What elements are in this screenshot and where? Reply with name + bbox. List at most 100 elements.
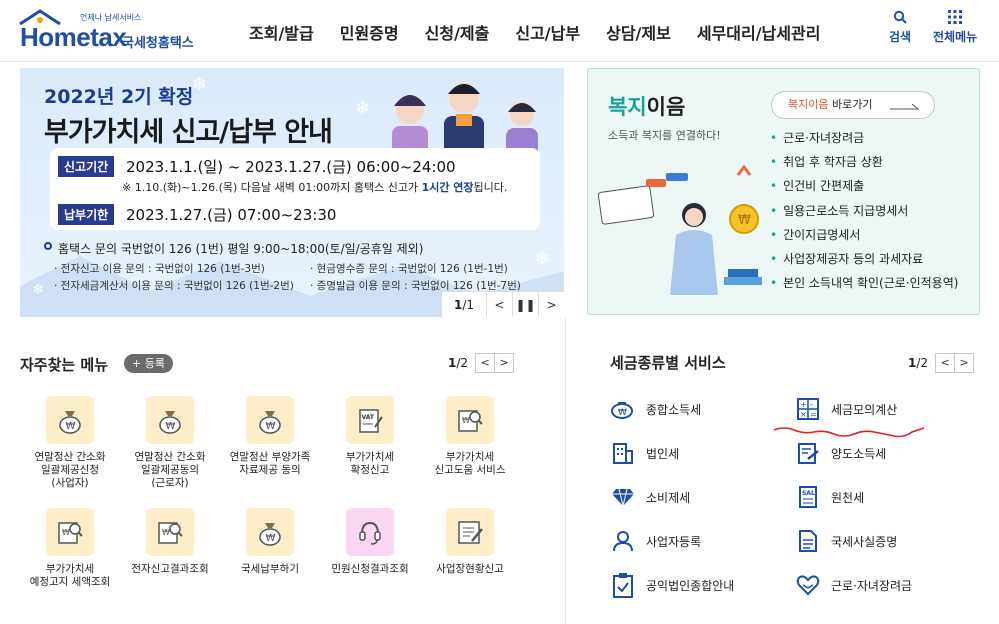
frequent-item[interactable]: ₩ 부가가치세 신고도움 서비스: [420, 396, 520, 477]
nav-consult[interactable]: 상담/제보: [593, 20, 684, 44]
red-underline-annotation: [773, 427, 925, 438]
snowflake-icon: ❄: [192, 74, 208, 95]
logo-text-en: Hometax: [20, 22, 127, 52]
frequent-item-label: 부가가치세 신고도움 서비스: [434, 451, 506, 476]
tax-item-certificate[interactable]: 국세사실증명: [795, 528, 897, 554]
svg-text:₩: ₩: [66, 421, 76, 432]
frequent-item[interactable]: ₩ 연말정산 부양가족 자료제공 동의: [220, 396, 320, 477]
building-icon: [610, 440, 636, 466]
tax-item-transfer[interactable]: 양도소득세: [795, 440, 886, 466]
frequent-item[interactable]: ₩ 연말정산 간소화 일괄제공신청 (사업자): [20, 396, 120, 490]
tax-item-withholding[interactable]: SAL 원천세: [795, 484, 864, 510]
welfare-list: 근로·자녀장려금 취업 후 학자금 상환 인건비 간편제출 일용근로소득 지급명…: [770, 129, 958, 298]
section-divider: [565, 318, 566, 624]
frequent-item-label: 국세납부하기: [241, 563, 299, 575]
tax-next-button[interactable]: >: [954, 353, 975, 373]
frequent-item[interactable]: ₩ 부가가치세 예정고지 세액조회: [20, 508, 120, 589]
frequent-page-indicator: 1/2: [448, 356, 469, 370]
money-bag-icon: ₩: [610, 396, 636, 422]
svg-text:₩: ₩: [462, 416, 470, 425]
welfare-subtitle: 소득과 복지를 연결하다!: [608, 129, 721, 142]
doc-pen-icon: [446, 508, 494, 556]
svg-text:₩: ₩: [62, 528, 70, 537]
welfare-box: 복지이음 소득과 복지를 연결하다! 복지이음 바로가기 ₩ 근로·자녀장려금 …: [587, 68, 980, 315]
snowflake-icon: ❄: [32, 282, 44, 298]
frequent-item[interactable]: 사업장현황신고: [420, 508, 520, 576]
frequent-item[interactable]: 민원신청결과조회: [320, 508, 420, 576]
frequent-item-label: 사업장현황신고: [436, 563, 504, 575]
all-menu-button[interactable]: 전체메뉴: [933, 10, 977, 45]
tax-item-earned-income-credit[interactable]: 근로·자녀장려금: [795, 572, 912, 598]
tax-item-public-interest[interactable]: 공익법인종합안내: [610, 572, 734, 598]
welfare-item[interactable]: 본인 소득내역 확인(근로·인적용역): [770, 274, 958, 298]
vat-banner[interactable]: ❄ ❄ ❄ ❄ 2022년 2기 확정 부가가치세 신고/납부 안내 신고기간 …: [20, 68, 564, 317]
calculator-icon: + - × =: [795, 396, 821, 422]
tax-pager: 1/2 < >: [908, 353, 975, 373]
snowflake-icon: ❄: [355, 98, 371, 119]
frequent-item[interactable]: VAT 부가가치세 확정신고: [320, 396, 420, 477]
bag-icon: ₩: [246, 508, 294, 556]
welfare-item[interactable]: 일용근로소득 지급명세서: [770, 202, 958, 226]
tax-item-income[interactable]: ₩ 종합소득세: [610, 396, 701, 422]
svg-text:VAT: VAT: [362, 414, 375, 421]
document-icon: [795, 528, 821, 554]
welfare-title: 복지이음: [608, 95, 686, 119]
frequent-item[interactable]: ₩ 연말정산 간소화 일괄제공동의 (근로자): [120, 396, 220, 490]
tax-item-label: 사업자등록: [646, 534, 702, 549]
nav-filing[interactable]: 신고/납부: [502, 20, 593, 44]
pay-tag: 납부기한: [58, 204, 115, 225]
svg-text:₩: ₩: [166, 421, 176, 432]
tax-item-simulation[interactable]: + - × = 세금모의계산: [795, 396, 897, 422]
tax-item-label: 종합소득세: [646, 402, 702, 417]
filing-period: 2023.1.1.(일) ~ 2023.1.27.(금) 06:00~24:00: [126, 158, 456, 176]
frequent-menu-title: 자주찾는 메뉴: [20, 356, 109, 374]
svg-text:×: ×: [800, 410, 807, 419]
heart-hand-icon: [795, 572, 821, 598]
frequent-item-label: 전자신고결과조회: [131, 563, 209, 575]
svg-text:₩: ₩: [618, 408, 627, 418]
arrow-right-icon: [890, 104, 920, 110]
tax-prev-button[interactable]: <: [935, 353, 956, 373]
hometax-logo[interactable]: 언제나 납세서비스 Hometax 국세청홈택스: [18, 8, 208, 54]
doc-search-icon: ₩: [46, 508, 94, 556]
frequent-item[interactable]: ₩ 국세납부하기: [220, 508, 320, 576]
period-note: ※ 1.10.(화)~1.26.(목) 다음날 새벽 01:00까지 홈택스 신…: [122, 181, 508, 194]
banner-prev-button[interactable]: <: [486, 292, 512, 317]
nav-application[interactable]: 신청/제출: [412, 20, 503, 44]
svg-text:₩: ₩: [266, 421, 276, 432]
search-label: 검색: [889, 30, 912, 44]
search-icon: [893, 10, 907, 24]
bag-icon: ₩: [246, 396, 294, 444]
welfare-item[interactable]: 인건비 간편제출: [770, 177, 958, 201]
welfare-shortcut-button[interactable]: 복지이음 바로가기: [771, 91, 935, 119]
tax-item-corporate[interactable]: 법인세: [610, 440, 679, 466]
register-button[interactable]: + 등록: [124, 354, 173, 373]
bullet-icon: [44, 242, 52, 250]
nav-certificates[interactable]: 민원증명: [327, 20, 412, 44]
tax-item-consumption[interactable]: 소비제세: [610, 484, 690, 510]
nav-agent[interactable]: 세무대리/납세관리: [684, 20, 834, 44]
tax-service-title: 세금종류별 서비스: [610, 354, 726, 372]
welfare-item[interactable]: 근로·자녀장려금: [770, 129, 958, 153]
tax-item-label: 소비제세: [646, 490, 691, 505]
banner-page-indicator: 1/1: [453, 298, 475, 312]
snowflake-icon: ❄: [535, 248, 551, 269]
search-button[interactable]: 검색: [889, 10, 911, 45]
tax-item-business-registration[interactable]: 사업자등록: [610, 528, 701, 554]
tax-item-label: 원천세: [831, 490, 865, 505]
grid-menu-icon: [948, 10, 963, 24]
headset-icon: [346, 508, 394, 556]
svg-text:=: =: [810, 410, 817, 419]
welfare-item[interactable]: 사업장제공자 등의 과세자료: [770, 250, 958, 274]
frequent-item[interactable]: ₩ 전자신고결과조회: [120, 508, 220, 576]
svg-text:₩: ₩: [162, 528, 170, 537]
frequent-next-button[interactable]: >: [494, 353, 515, 373]
welfare-item[interactable]: 취업 후 학자금 상환: [770, 153, 958, 177]
welfare-item[interactable]: 간이지급명세서: [770, 226, 958, 250]
nav-inquiry[interactable]: 조회/발급: [236, 20, 327, 44]
bag-icon: ₩: [146, 396, 194, 444]
svg-text:+: +: [800, 400, 807, 409]
banner-pause-button[interactable]: ❚❚: [512, 292, 538, 317]
frequent-prev-button[interactable]: <: [475, 353, 496, 373]
banner-next-button[interactable]: >: [538, 292, 564, 317]
